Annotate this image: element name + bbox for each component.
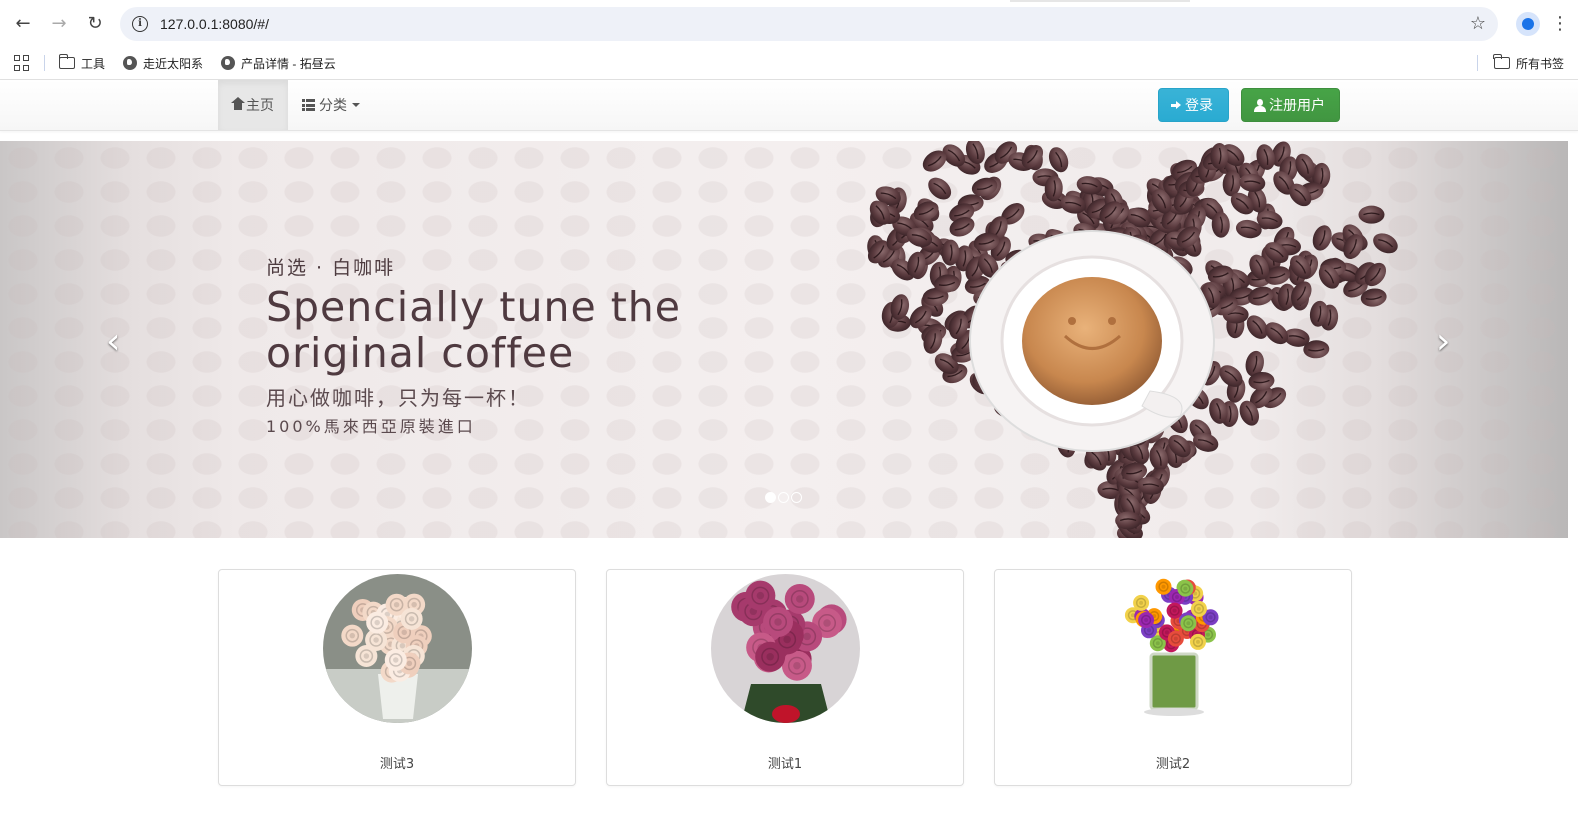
nav-home[interactable]: 主页 [218, 80, 288, 130]
product-name[interactable]: 测试3 [219, 753, 575, 772]
folder-icon [58, 54, 75, 69]
bookmark-label: 工具 [81, 56, 106, 71]
login-button[interactable]: 登录 [1158, 88, 1229, 122]
globe-icon [221, 56, 236, 70]
product-image-white-roses[interactable] [323, 574, 472, 723]
register-label: 注册用户 [1269, 98, 1325, 114]
carousel-caption: 尚选 · 白咖啡 Spencially tune the original co… [266, 253, 681, 437]
site-navbar: 主页 分类 登录 注册用户 [0, 80, 1578, 131]
bookmarks-bar: 工具 走近太阳系 产品详情 - 拓昼云 所有书签 [0, 47, 1578, 80]
bookmark-label: 产品详情 - 拓昼云 [241, 56, 336, 71]
nav-category-dropdown[interactable]: 分类 [288, 80, 374, 130]
globe-icon [123, 56, 138, 70]
carousel-indicator-dot[interactable] [791, 492, 802, 503]
register-button[interactable]: 注册用户 [1241, 88, 1340, 122]
caption-title-line2: original coffee [266, 329, 575, 377]
carousel-next-icon[interactable]: › [1436, 321, 1450, 362]
hero-carousel[interactable]: 尚选 · 白咖啡 Spencially tune the original co… [0, 141, 1568, 538]
folder-icon [1493, 54, 1510, 69]
product-image-pink-roses[interactable] [711, 574, 860, 723]
bookmarks-separator [44, 55, 45, 71]
bookmark-product-detail[interactable]: 产品详情 - 拓昼云 [221, 55, 336, 72]
apps-grid-icon[interactable] [14, 55, 30, 71]
star-icon[interactable]: ☆ [1470, 13, 1486, 34]
home-icon [231, 97, 245, 111]
nav-home-label: 主页 [246, 98, 274, 114]
product-card[interactable]: 测试1 [606, 569, 964, 786]
bookmark-tools[interactable]: 工具 [58, 54, 106, 72]
login-label: 登录 [1185, 98, 1213, 114]
browser-toolbar: ← → ↻ i 127.0.0.1:8080/#/ ☆ ⋮ [0, 0, 1578, 47]
carousel-indicators [765, 492, 802, 503]
nav-category-label: 分类 [319, 98, 347, 114]
bookmarks-separator [1476, 55, 1478, 71]
tab-strip-edge [0, 0, 1578, 2]
url-text[interactable]: 127.0.0.1:8080/#/ [160, 16, 1470, 32]
address-bar[interactable]: i 127.0.0.1:8080/#/ ☆ [120, 6, 1498, 41]
product-list: 测试3 测试1 测试2 [218, 569, 1352, 786]
info-icon[interactable]: i [132, 15, 148, 32]
kebab-menu-icon[interactable]: ⋮ [1550, 13, 1570, 34]
caption-subtitle: 尚选 · 白咖啡 [266, 257, 396, 279]
bookmark-label: 走近太阳系 [143, 56, 204, 71]
product-name[interactable]: 测试1 [607, 753, 963, 772]
product-name[interactable]: 测试2 [995, 753, 1351, 772]
login-icon [1171, 100, 1183, 111]
product-card[interactable]: 测试3 [218, 569, 576, 786]
carousel-indicator-dot[interactable] [765, 492, 776, 503]
arrow-right-icon[interactable]: → [44, 9, 74, 39]
profile-icon[interactable] [1516, 11, 1540, 36]
all-bookmarks[interactable]: 所有书签 [1493, 54, 1564, 72]
caret-down-icon [352, 103, 360, 107]
product-card[interactable]: 测试2 [994, 569, 1352, 786]
arrow-left-icon[interactable]: ← [8, 9, 38, 39]
reload-icon[interactable]: ↻ [80, 9, 110, 39]
carousel-prev-icon[interactable]: ‹ [106, 321, 120, 362]
bookmark-solar-system[interactable]: 走近太阳系 [123, 55, 203, 72]
caption-slogan: 用心做咖啡，只为每一杯！ [266, 386, 530, 410]
caption-origin: 100%馬來西亞原裝進口 [266, 417, 476, 436]
coffee-heart-image [867, 141, 1398, 538]
carousel-indicator-dot[interactable] [778, 492, 789, 503]
user-icon [1254, 98, 1266, 112]
product-image-flower-vase[interactable] [1099, 574, 1248, 723]
all-bookmarks-label: 所有书签 [1515, 56, 1564, 71]
list-icon [302, 99, 315, 111]
caption-title-line1: Spencially tune the [266, 283, 681, 331]
